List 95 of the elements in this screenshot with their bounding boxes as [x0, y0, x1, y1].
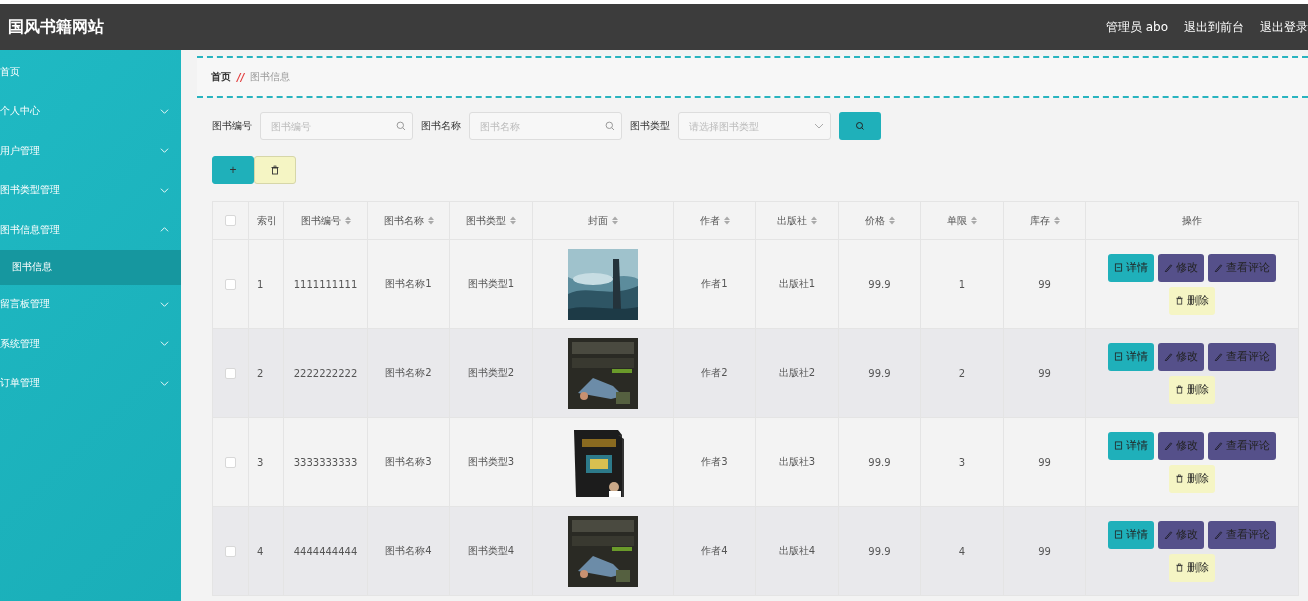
column-header[interactable]: 单限 [947, 214, 967, 226]
pencil-icon [1214, 530, 1223, 539]
trash-icon [1175, 474, 1184, 483]
detail-button[interactable]: 详情 [1108, 253, 1154, 282]
table-cell: 作者3 [701, 456, 728, 467]
document-icon [1114, 263, 1123, 272]
table-cell: 1 [958, 278, 966, 290]
column-header[interactable]: 图书编号 [300, 214, 341, 226]
table-cell: 图书类型3 [467, 456, 515, 467]
table-cell: 1 [257, 278, 264, 290]
table-cell: 3 [958, 456, 966, 468]
table-cell: 99.9 [868, 456, 891, 468]
column-header[interactable]: 库存 [1029, 214, 1050, 226]
detail-button[interactable]: 详情 [1108, 342, 1154, 371]
column-header[interactable]: 图书类型 [466, 214, 506, 226]
pencil-icon [1164, 263, 1173, 272]
document-icon [1114, 441, 1123, 450]
table-cell: 出版社3 [778, 456, 816, 467]
row-checkbox[interactable] [225, 367, 236, 379]
table-cell: 99 [1038, 367, 1051, 379]
table-cell: 图书类型2 [467, 367, 515, 378]
delete-button[interactable]: 删除 [1169, 553, 1215, 582]
row-checkbox[interactable] [225, 456, 236, 468]
table-cell: 2 [257, 367, 264, 379]
detail-button[interactable]: 详情 [1108, 431, 1154, 460]
table-cell: 3 [257, 456, 264, 468]
document-icon [1114, 352, 1123, 361]
table-cell: 图书类型4 [467, 545, 515, 556]
header-link[interactable]: 退出到前台 [1184, 18, 1244, 36]
select-all-checkbox[interactable] [225, 215, 236, 227]
column-header[interactable]: 封面 [588, 214, 608, 226]
column-header[interactable]: 图书名称 [383, 214, 424, 226]
delete-button[interactable] [254, 156, 296, 184]
table-cell: 出版社1 [778, 278, 816, 289]
sidebar-subitem[interactable]: 图书信息 [0, 249, 181, 285]
column-header[interactable]: 价格 [864, 214, 885, 226]
table-cell: 作者1 [701, 278, 728, 289]
table-cell: 1111111111 [293, 278, 358, 290]
table-cell: 99 [1038, 456, 1051, 468]
pencil-icon [1164, 530, 1173, 539]
add-button[interactable]: + [212, 156, 254, 184]
header-link[interactable]: 退出登录 [1260, 18, 1308, 36]
table-cell: 99 [1038, 278, 1051, 290]
table-cell: 图书名称4 [385, 545, 432, 556]
pencil-icon [1214, 263, 1223, 272]
field-label: 图书名称 [421, 119, 461, 133]
search-icon [855, 121, 865, 131]
header-link[interactable]: 管理员 abo [1105, 18, 1168, 36]
pencil-icon [1214, 352, 1223, 361]
table-cell: 99.9 [868, 278, 891, 290]
detail-button[interactable]: 详情 [1108, 520, 1154, 549]
search-icon [605, 121, 615, 131]
table-cell: 2222222222 [293, 367, 358, 379]
trash-icon [1175, 385, 1184, 394]
site-title: 国风书籍网站 [8, 16, 104, 38]
column-header: 操作 [1182, 214, 1202, 226]
table-cell: 出版社2 [778, 367, 816, 378]
breadcrumb-link[interactable]: 首页 [211, 70, 231, 84]
field-label: 图书类型 [630, 119, 670, 133]
column-header: 索引 [257, 214, 277, 226]
table-cell: 99 [1038, 545, 1051, 557]
trash-icon [1175, 563, 1184, 572]
column-header[interactable]: 作者 [699, 214, 720, 226]
delete-button[interactable]: 删除 [1169, 286, 1215, 315]
trash-icon [1175, 296, 1184, 305]
delete-button[interactable]: 删除 [1169, 375, 1215, 404]
delete-button[interactable]: 删除 [1169, 464, 1215, 493]
table-cell: 出版社4 [778, 545, 816, 556]
breadcrumb-current: 图书信息 [250, 70, 291, 84]
breadcrumb-separator: // [237, 71, 245, 83]
table-cell: 图书类型1 [467, 278, 515, 289]
table-cell: 图书名称1 [385, 278, 432, 289]
table-cell: 作者2 [701, 367, 728, 378]
pencil-icon [1164, 352, 1173, 361]
field-label: 图书编号 [212, 119, 252, 133]
pencil-icon [1164, 441, 1173, 450]
search-button[interactable] [839, 112, 881, 140]
pencil-icon [1214, 441, 1223, 450]
table-cell: 99.9 [868, 367, 891, 379]
chevron-down-icon [814, 121, 824, 131]
table-cell: 图书名称2 [385, 367, 432, 378]
table-cell: 4444444444 [293, 545, 358, 557]
trash-icon [270, 165, 280, 175]
table-cell: 3333333333 [293, 456, 358, 468]
row-checkbox[interactable] [225, 278, 236, 290]
search-icon [396, 121, 406, 131]
column-header[interactable]: 出版社 [777, 214, 807, 226]
row-checkbox[interactable] [225, 545, 236, 557]
table-cell: 4 [958, 545, 966, 557]
table-cell: 作者4 [701, 545, 728, 556]
table-cell: 图书名称3 [385, 456, 432, 467]
table-cell: 2 [958, 367, 966, 379]
table-cell: 99.9 [868, 545, 891, 557]
table-cell: 4 [257, 545, 264, 557]
document-icon [1114, 530, 1123, 539]
